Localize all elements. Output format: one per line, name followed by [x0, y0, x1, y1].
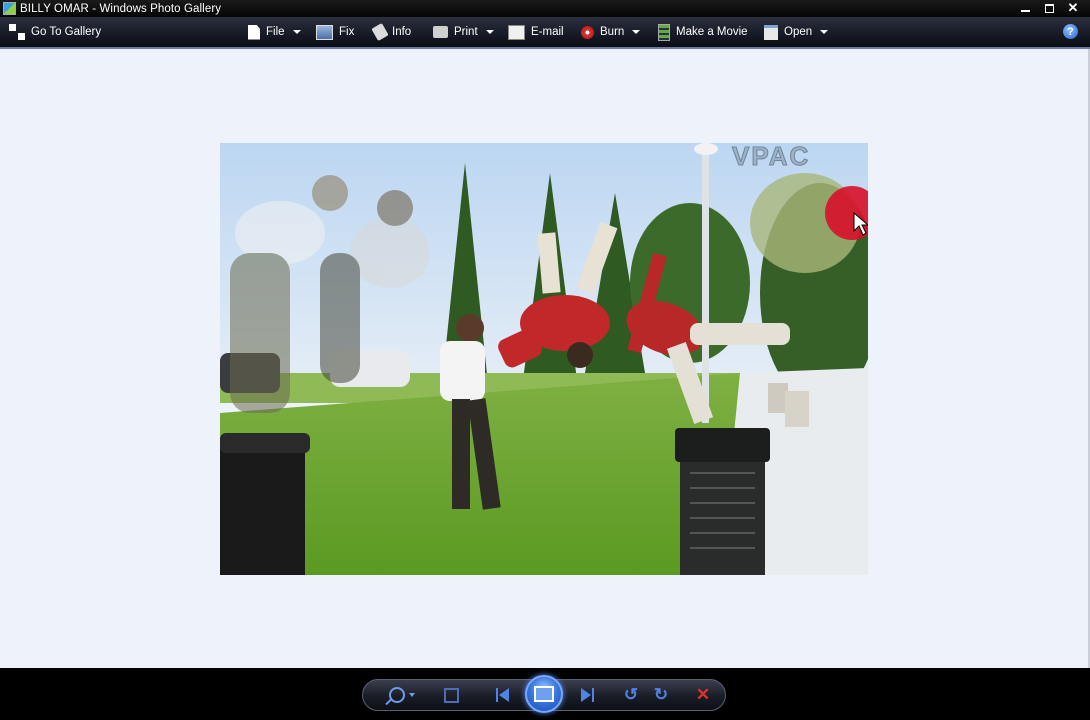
info-tag-icon	[371, 22, 389, 42]
delete-icon: ✕	[695, 685, 711, 704]
actual-size-icon	[443, 687, 459, 703]
make-a-movie-label: Make a Movie	[676, 26, 748, 38]
navigation-bar: ↺ ↻ ✕	[0, 668, 1090, 720]
file-icon	[248, 24, 260, 40]
email-icon	[508, 24, 525, 40]
fix-button[interactable]: Fix	[316, 17, 354, 47]
title-bar: BILLY OMAR - Windows Photo Gallery ✕	[0, 0, 1090, 17]
slideshow-icon	[534, 686, 554, 702]
zoom-button[interactable]	[387, 680, 417, 710]
help-icon[interactable]: ?	[1063, 24, 1078, 39]
fix-icon	[316, 24, 333, 40]
photo-watermark: VPAC	[732, 143, 810, 171]
chevron-down-icon	[292, 30, 301, 34]
open-menu-label: Open	[784, 26, 813, 38]
previous-icon	[498, 688, 509, 702]
go-to-gallery-button[interactable]: Go To Gallery	[9, 17, 101, 47]
delete-button[interactable]: ✕	[693, 680, 713, 710]
next-icon	[580, 688, 591, 702]
chevron-down-icon	[820, 30, 829, 34]
photo-illustration: VPAC	[220, 143, 868, 575]
photo-viewer: VPAC	[0, 49, 1090, 668]
burn-menu-button[interactable]: Burn	[581, 17, 641, 47]
photo-gallery-app-icon	[3, 2, 16, 15]
chevron-down-icon	[409, 693, 415, 697]
zoom-icon	[389, 687, 405, 703]
file-menu-button[interactable]: File	[248, 17, 301, 47]
actual-size-button[interactable]	[441, 680, 461, 710]
rotate-left-icon: ↺	[623, 685, 639, 704]
print-menu-button[interactable]: Print	[433, 17, 494, 47]
email-label: E-mail	[531, 26, 564, 38]
window-title: BILLY OMAR - Windows Photo Gallery	[20, 2, 222, 15]
burn-disc-icon	[581, 25, 594, 39]
close-button[interactable]: ✕	[1064, 0, 1082, 15]
chevron-down-icon	[632, 30, 641, 34]
previous-button[interactable]	[491, 680, 513, 710]
next-button[interactable]	[576, 680, 598, 710]
info-label: Info	[392, 26, 412, 38]
command-toolbar: Go To Gallery File Fix Info Print E-mail…	[0, 17, 1090, 49]
maximize-button[interactable]	[1040, 1, 1058, 15]
make-a-movie-button[interactable]: Make a Movie	[658, 17, 748, 47]
displayed-photo[interactable]: VPAC	[220, 143, 868, 575]
gallery-icon	[9, 24, 25, 40]
open-menu-button[interactable]: Open	[764, 17, 829, 47]
fix-label: Fix	[339, 26, 355, 38]
email-button[interactable]: E-mail	[508, 17, 564, 47]
window-controls: ✕	[1016, 0, 1082, 16]
rotate-right-icon: ↻	[653, 685, 669, 704]
navigation-controls: ↺ ↻ ✕	[362, 675, 726, 713]
rotate-right-button[interactable]: ↻	[651, 680, 671, 710]
chevron-down-icon	[485, 30, 494, 34]
go-to-gallery-label: Go To Gallery	[31, 26, 102, 38]
printer-icon	[433, 26, 448, 38]
info-button[interactable]: Info	[371, 17, 412, 47]
open-icon	[764, 24, 778, 40]
file-menu-label: File	[266, 26, 285, 38]
print-menu-label: Print	[454, 26, 478, 38]
burn-menu-label: Burn	[600, 26, 625, 38]
rotate-left-button[interactable]: ↺	[621, 680, 641, 710]
slideshow-button[interactable]	[525, 675, 563, 713]
minimize-button[interactable]	[1016, 1, 1034, 15]
movie-icon	[658, 23, 670, 41]
